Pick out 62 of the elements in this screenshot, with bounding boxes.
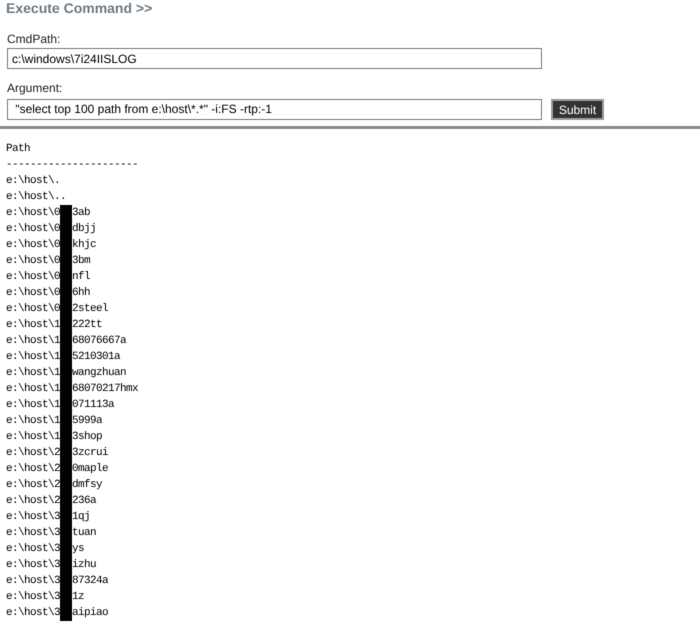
path-text: e:\host\1 (6, 334, 60, 348)
path-text: tuan (72, 526, 96, 540)
path-text: e:\host\.. (6, 190, 66, 204)
path-text: 222tt (72, 318, 102, 332)
path-text: 1z (72, 590, 84, 604)
path-text: e:\host\1 (6, 398, 60, 412)
path-text: e:\host\1 (6, 414, 60, 428)
path-text: 5999a (72, 414, 102, 428)
path-text: 3ab (72, 206, 90, 220)
path-text: e:\host\3 (6, 510, 60, 524)
path-text: aipiao (72, 606, 108, 620)
path-text: e:\host\1 (6, 318, 60, 332)
path-text: khjc (72, 238, 96, 252)
path-text: e:\host\0 (6, 270, 60, 284)
path-text: e:\host\3 (6, 526, 60, 540)
path-text: e:\host\1 (6, 382, 60, 396)
path-text: e:\host\0 (6, 222, 60, 236)
path-text: e:\host\1 (6, 430, 60, 444)
path-text: e:\host\1 (6, 350, 60, 364)
field-label: Argument: (7, 81, 62, 96)
path-text: e:\host\3 (6, 590, 60, 604)
path-text: e:\host\2 (6, 494, 60, 508)
path-text: 0maple (72, 462, 108, 476)
path-text: 3zcrui (72, 446, 108, 460)
submit-button[interactable]: Submit (551, 99, 604, 120)
text-field[interactable]: c:\windows\7i24IISLOG (7, 48, 542, 69)
path-text: e:\host\0 (6, 302, 60, 316)
path-text: 6hh (72, 286, 90, 300)
path-text: e:\host\1 (6, 366, 60, 380)
path-text: e:\host\2 (6, 462, 60, 476)
dashed-separator: ---------------------- (6, 158, 138, 172)
path-text: e:\host\3 (6, 574, 60, 588)
path-text: 68076667a (72, 334, 126, 348)
path-text: dmfsy (72, 478, 102, 492)
path-text: 5210301a (72, 350, 120, 364)
path-text: e:\host\2 (6, 478, 60, 492)
path-text: 1qj (72, 510, 90, 524)
path-text: e:\host\3 (6, 606, 60, 620)
path-text: 2steel (72, 302, 108, 316)
path-text: e:\host\0 (6, 238, 60, 252)
path-text: e:\host\3 (6, 542, 60, 556)
path-text: nfl (72, 270, 90, 284)
path-text: ys (72, 542, 84, 556)
path-text: e:\host\0 (6, 254, 60, 268)
page-title: Execute Command >> (6, 0, 152, 17)
path-text: e:\host\0 (6, 206, 60, 220)
path-text: e:\host\. (6, 174, 60, 188)
text-field[interactable]: "select top 100 path from e:\host\*.*" -i:FS -rtp:-1 (7, 98, 542, 120)
column-header: Path (6, 142, 30, 156)
path-text: e:\host\2 (6, 446, 60, 460)
field-label: CmdPath: (7, 32, 60, 47)
path-text: e:\host\3 (6, 558, 60, 572)
path-text: 3shop (72, 430, 102, 444)
path-text: izhu (72, 558, 96, 572)
path-text: 87324a (72, 574, 108, 588)
path-text: 68070217hmx (72, 382, 138, 396)
path-text: 3bm (72, 254, 90, 268)
path-text: 236a (72, 494, 96, 508)
path-text: 071113a (72, 398, 114, 412)
path-text: wangzhuan (72, 366, 126, 380)
path-text: e:\host\0 (6, 286, 60, 300)
path-text: dbjj (72, 222, 96, 236)
